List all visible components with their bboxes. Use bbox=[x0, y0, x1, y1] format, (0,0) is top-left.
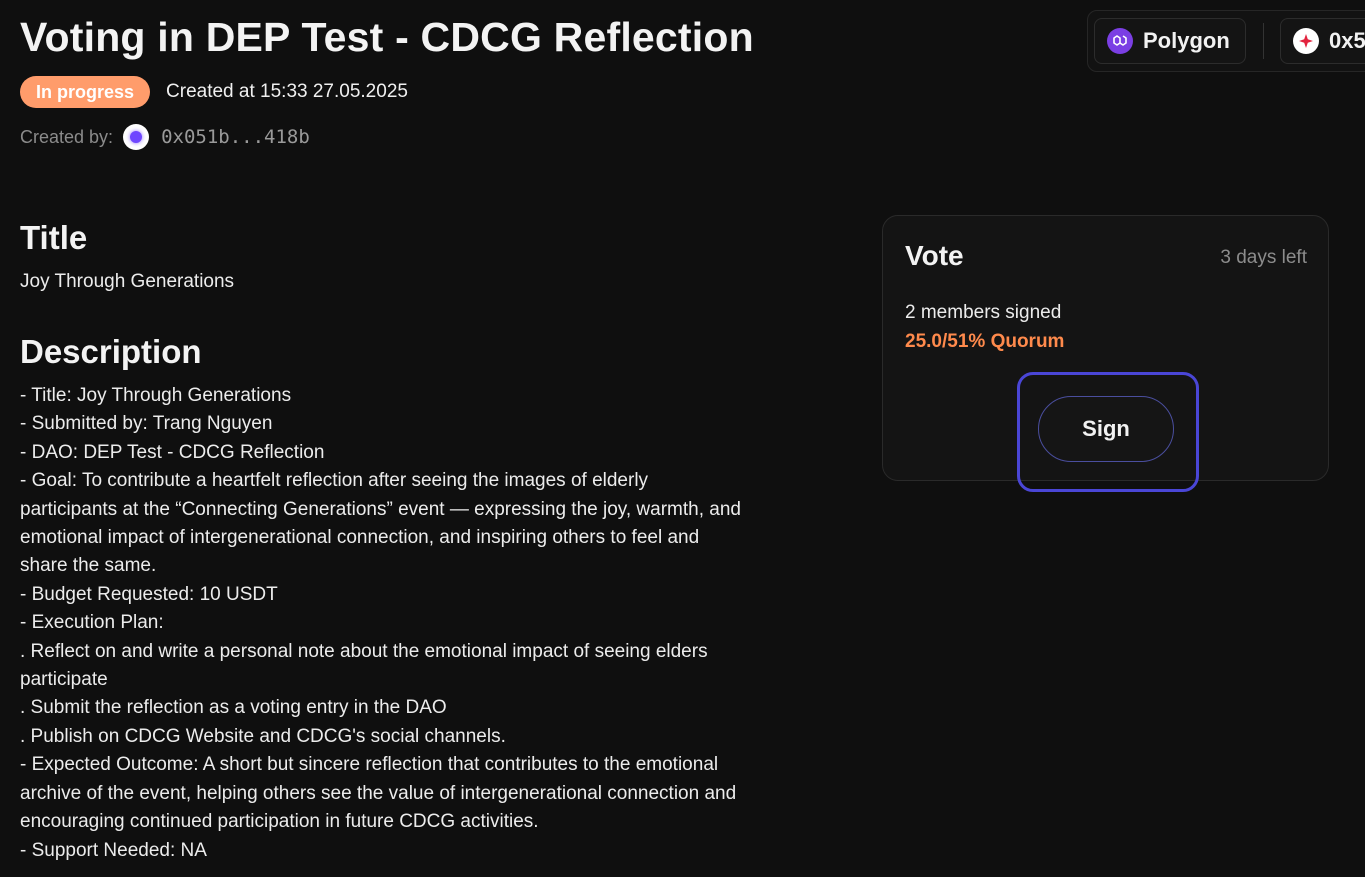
description-line: . Reflect on and write a personal note a… bbox=[20, 640, 708, 662]
wallet-icon bbox=[1293, 28, 1319, 54]
created-at: Created at 15:33 27.05.2025 bbox=[166, 81, 408, 102]
description-line: emotional impact of intergenerational co… bbox=[20, 527, 700, 549]
page-title: Voting in DEP Test - CDCG Reflection bbox=[20, 14, 754, 60]
description-line: participate bbox=[20, 669, 108, 691]
quorum-status: 25.0/51% Quorum bbox=[905, 331, 1065, 352]
description-line: - Goal: To contribute a heartfelt reflec… bbox=[20, 470, 649, 492]
meta-row: In progress Created at 15:33 27.05.2025 bbox=[20, 76, 408, 108]
description-line: . Submit the reflection as a voting entr… bbox=[20, 697, 447, 719]
description-line: participants at the “Connecting Generati… bbox=[20, 498, 741, 520]
network-bar: Polygon 0x5 bbox=[1087, 10, 1365, 72]
description-line: - Support Needed: NA bbox=[20, 839, 207, 861]
description-line: - DAO: DEP Test - CDCG Reflection bbox=[20, 441, 325, 463]
description-line: share the same. bbox=[20, 555, 157, 577]
proposal-description: - Title: Joy Through Generations - Submi… bbox=[20, 382, 840, 865]
description-line: - Execution Plan: bbox=[20, 612, 164, 634]
avatar-dot bbox=[130, 131, 143, 143]
proposal-title: Joy Through Generations bbox=[20, 271, 235, 292]
creator-address[interactable]: 0x051b...418b bbox=[161, 126, 310, 148]
description-line: - Title: Joy Through Generations bbox=[20, 385, 292, 406]
polygon-icon bbox=[1107, 28, 1133, 54]
divider bbox=[1263, 23, 1264, 59]
wallet-address: 0x5 bbox=[1329, 28, 1365, 53]
vote-heading: Vote bbox=[905, 240, 964, 271]
description-line: archive of the event, helping others see… bbox=[20, 782, 737, 804]
created-by-label: Created by: bbox=[20, 126, 114, 147]
description-line: . Publish on CDCG Website and CDCG's soc… bbox=[20, 725, 506, 747]
avatar[interactable] bbox=[123, 124, 150, 150]
time-left: 3 days left bbox=[1220, 247, 1307, 268]
description-line: encouraging continued participation in f… bbox=[20, 811, 539, 833]
network-selector[interactable]: Polygon bbox=[1094, 18, 1246, 64]
members-signed: 2 members signed bbox=[905, 302, 1062, 323]
created-by: Created by: 0x051b...418b bbox=[20, 124, 310, 150]
wallet-button[interactable]: 0x5 bbox=[1280, 18, 1365, 64]
title-heading: Title bbox=[20, 219, 88, 256]
network-label: Polygon bbox=[1143, 28, 1230, 53]
description-heading: Description bbox=[20, 333, 202, 370]
sign-button[interactable]: Sign bbox=[1038, 396, 1174, 462]
vote-card: Vote 3 days left 2 members signed 25.0/5… bbox=[882, 215, 1329, 492]
description-line: - Budget Requested: 10 USDT bbox=[20, 583, 278, 605]
description-line: - Submitted by: Trang Nguyen bbox=[20, 413, 273, 435]
description-line: - Expected Outcome: A short but sincere … bbox=[20, 754, 719, 776]
status-badge: In progress bbox=[20, 76, 151, 108]
